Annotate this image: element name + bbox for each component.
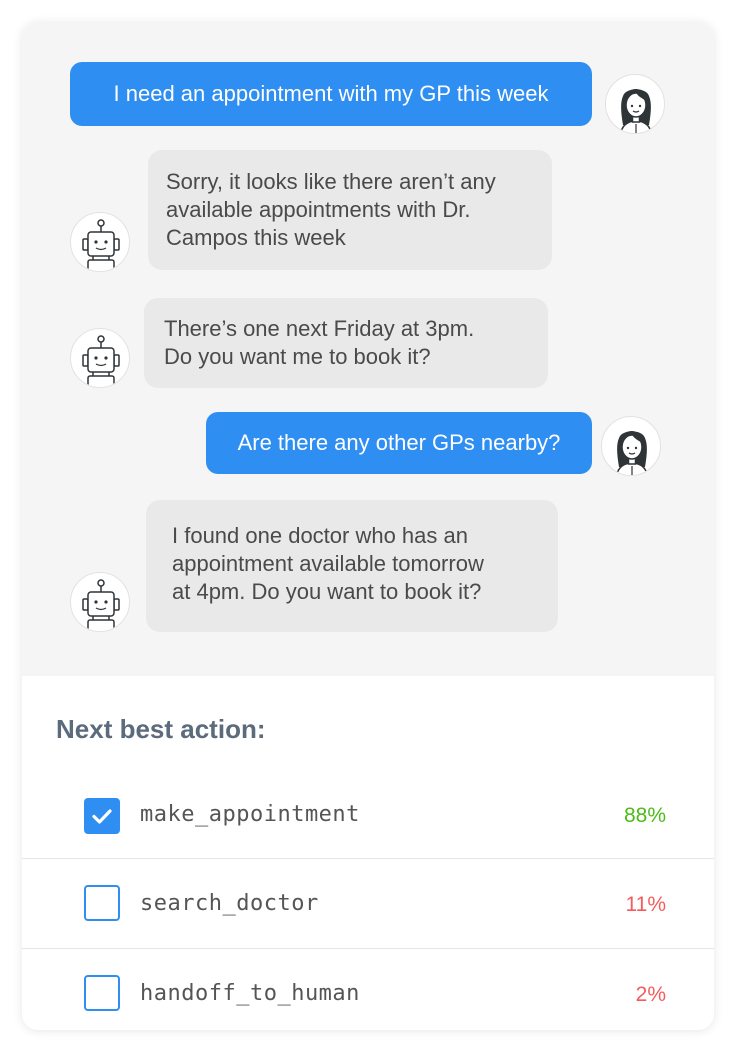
bot-message-bubble: Sorry, it looks like there aren’t any av…: [148, 150, 552, 270]
action-confidence: 2%: [635, 983, 666, 1006]
checkbox-unchecked[interactable]: [84, 975, 120, 1011]
robot-avatar-icon: [70, 572, 130, 632]
woman-avatar-icon: [605, 74, 665, 134]
bot-message-bubble: There’s one next Friday at 3pm. Do you w…: [144, 298, 548, 388]
robot-avatar-icon: [70, 212, 130, 272]
chat-card: I need an appointment with my GP this we…: [22, 22, 714, 1030]
action-row-handoff-to-human[interactable]: handoff_to_human 2%: [22, 948, 714, 1030]
checkmark-icon: [92, 809, 112, 824]
next-best-action-title: Next best action:: [56, 714, 266, 744]
action-row-search-doctor[interactable]: search_doctor 11%: [22, 858, 714, 949]
user-message-bubble: I need an appointment with my GP this we…: [70, 62, 592, 126]
action-name: make_appointment: [140, 802, 360, 827]
bot-message-bubble: I found one doctor who has an appointmen…: [146, 500, 558, 632]
checkbox-unchecked[interactable]: [84, 885, 120, 921]
checkbox-checked[interactable]: [84, 798, 120, 834]
user-message-bubble: Are there any other GPs nearby?: [206, 412, 592, 474]
action-row-make-appointment[interactable]: make_appointment 88%: [22, 768, 714, 858]
woman-avatar-icon: [601, 416, 661, 476]
action-name: handoff_to_human: [140, 981, 360, 1006]
next-best-action-panel: Next best action: make_appointment 88% s…: [22, 676, 714, 1030]
chat-transcript: I need an appointment with my GP this we…: [22, 22, 714, 676]
action-name: search_doctor: [140, 891, 319, 916]
action-confidence: 11%: [625, 893, 666, 916]
robot-avatar-icon: [70, 328, 130, 388]
action-confidence: 88%: [623, 804, 666, 827]
